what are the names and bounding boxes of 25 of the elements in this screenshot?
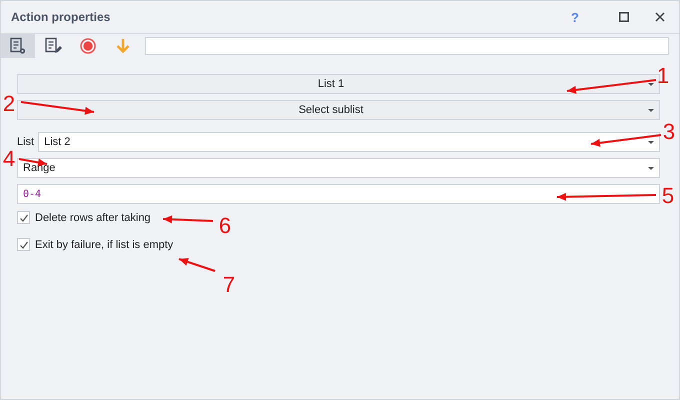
annotation-number: 2 [2, 93, 16, 115]
mode-dropdown[interactable]: Range [17, 158, 660, 178]
close-icon[interactable] [655, 12, 665, 22]
checkbox[interactable] [17, 211, 30, 224]
maximize-icon[interactable] [619, 12, 629, 22]
checkbox[interactable] [17, 238, 30, 251]
list-combobox[interactable]: List 2 [38, 132, 660, 152]
checkbox-label: Exit by failure, if list is empty [35, 238, 174, 250]
action-dropdown[interactable]: Select sublist [17, 100, 660, 120]
document-gear-button[interactable] [1, 34, 35, 58]
window-title: Action properties [11, 10, 112, 24]
search-field[interactable] [145, 37, 669, 55]
list-label: List [17, 136, 34, 148]
list-dropdown[interactable]: List 1 [17, 74, 660, 94]
checkbox-label: Delete rows after taking [35, 212, 151, 224]
document-pencil-icon [44, 37, 62, 55]
annotation-number: 6 [218, 215, 232, 237]
record-icon [79, 37, 97, 55]
down-arrow-icon [114, 37, 132, 55]
document-gear-icon [9, 37, 27, 55]
annotation-number: 3 [662, 121, 676, 143]
annotation-number: 5 [660, 185, 676, 207]
range-field[interactable]: 0-4 [17, 184, 660, 204]
annotation-number: 4 [2, 148, 16, 170]
annotation-number: 7 [222, 274, 236, 296]
